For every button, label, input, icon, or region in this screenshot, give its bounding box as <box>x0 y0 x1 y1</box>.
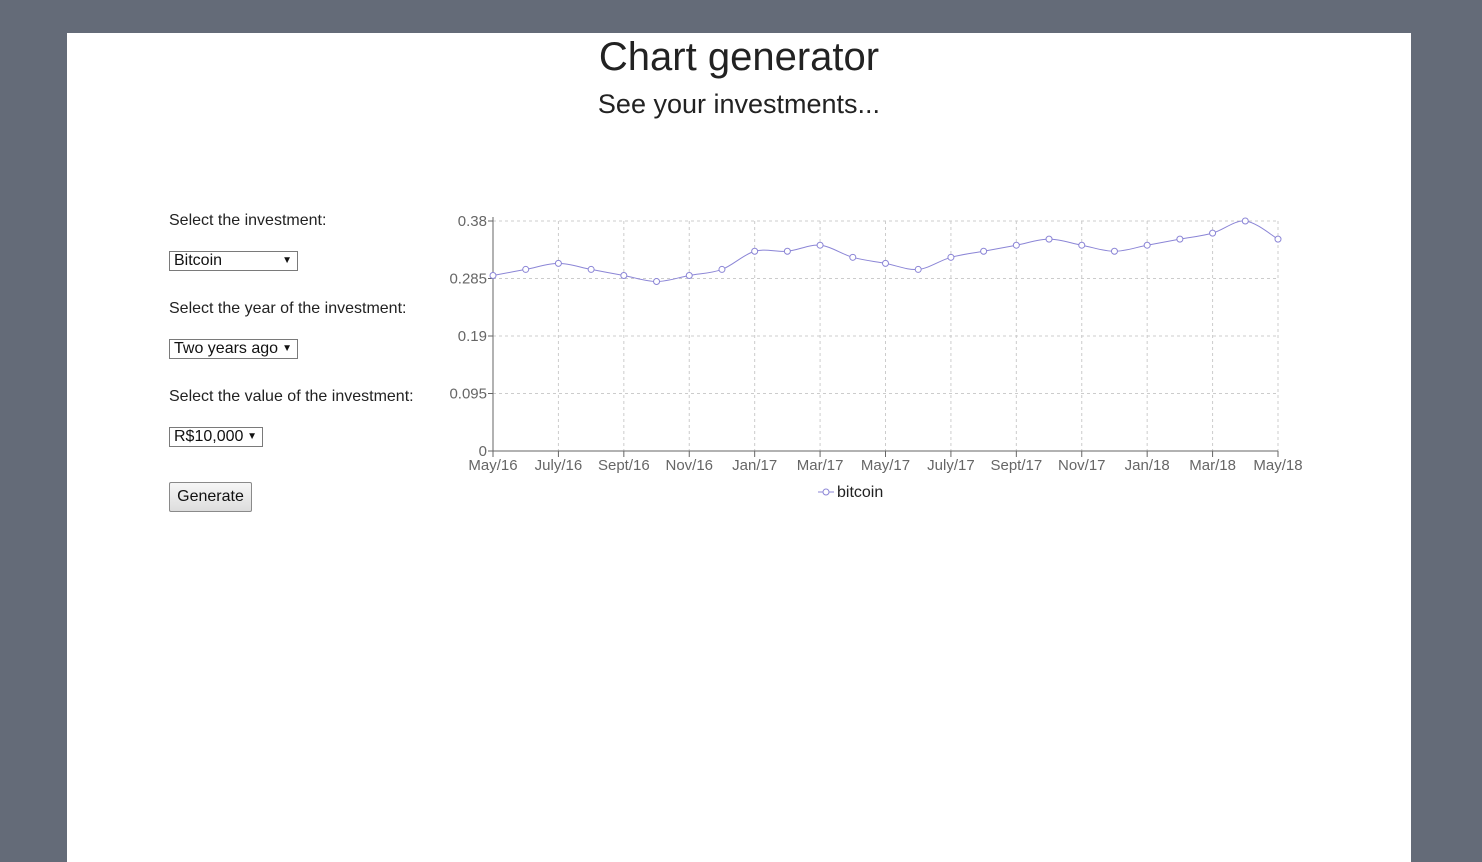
y-tick-label: 0.095 <box>449 386 487 403</box>
page-title: Chart generator <box>598 35 880 79</box>
x-tick-label: Nov/17 <box>1058 457 1106 474</box>
data-point <box>1045 235 1053 243</box>
page-subtitle: See your investments... <box>597 89 881 119</box>
year-select-value: Two years ago <box>174 340 279 357</box>
x-tick-label: Nov/16 <box>665 457 713 474</box>
x-tick-label: Jan/18 <box>1125 457 1170 474</box>
page-container: Chart generator See your investments... … <box>67 33 1411 862</box>
x-tick-label: May/18 <box>1253 457 1302 474</box>
generate-button[interactable]: Generate <box>169 482 252 512</box>
investment-label: Select the investment: <box>169 212 327 229</box>
data-point <box>620 271 628 279</box>
x-tick-label: Sept/16 <box>598 457 650 474</box>
value-select[interactable]: R$10,000 ▼ <box>169 427 263 447</box>
data-point <box>685 271 693 279</box>
data-point <box>751 247 759 255</box>
data-point <box>522 265 530 273</box>
investment-line-chart: 00.0950.190.2850.38May/16 July/16 Sept/16 N… <box>449 213 1302 501</box>
chevron-down-icon: ▼ <box>247 431 257 442</box>
data-point <box>816 241 824 249</box>
x-tick-label: Sept/17 <box>990 457 1042 474</box>
data-point <box>783 247 791 255</box>
legend-marker-icon <box>822 488 830 496</box>
year-select[interactable]: Two years ago ▼ <box>169 339 298 359</box>
investment-select[interactable]: Bitcoin ▼ <box>169 251 298 271</box>
data-point <box>718 265 726 273</box>
data-point <box>980 247 988 255</box>
data-point <box>1078 241 1086 249</box>
data-point <box>1012 241 1020 249</box>
data-point <box>1209 229 1217 237</box>
investment-select-value: Bitcoin <box>174 252 223 269</box>
data-point <box>849 253 857 261</box>
x-tick-label: Mar/18 <box>1189 457 1236 474</box>
data-point <box>1241 217 1249 225</box>
chevron-down-icon: ▼ <box>282 343 292 354</box>
data-point <box>653 278 661 286</box>
chevron-down-icon: ▼ <box>282 255 292 266</box>
data-point <box>1176 235 1184 243</box>
data-point <box>1274 235 1282 243</box>
x-tick-label: July/16 <box>535 457 583 474</box>
data-point <box>587 265 595 273</box>
x-tick-label: Mar/17 <box>797 457 844 474</box>
data-point <box>947 253 955 261</box>
data-point <box>882 259 889 267</box>
y-tick-label: 0.38 <box>458 213 487 230</box>
x-tick-label: Jan/17 <box>732 457 777 474</box>
value-select-value: R$10,000 <box>174 428 244 445</box>
x-tick-label: May/17 <box>861 457 910 474</box>
data-point <box>1143 241 1151 249</box>
data-point <box>554 259 562 267</box>
value-label: Select the value of the investment: <box>169 388 414 405</box>
x-tick-label: May/16 <box>468 457 517 474</box>
year-label: Select the year of the investment: <box>169 300 407 317</box>
data-point <box>1110 247 1118 255</box>
y-tick-label: 0.19 <box>458 328 487 345</box>
legend-label: bitcoin <box>837 484 883 501</box>
data-point <box>489 271 497 279</box>
x-tick-label: July/17 <box>927 457 975 474</box>
y-tick-label: 0.285 <box>449 271 487 288</box>
data-point <box>914 265 922 273</box>
